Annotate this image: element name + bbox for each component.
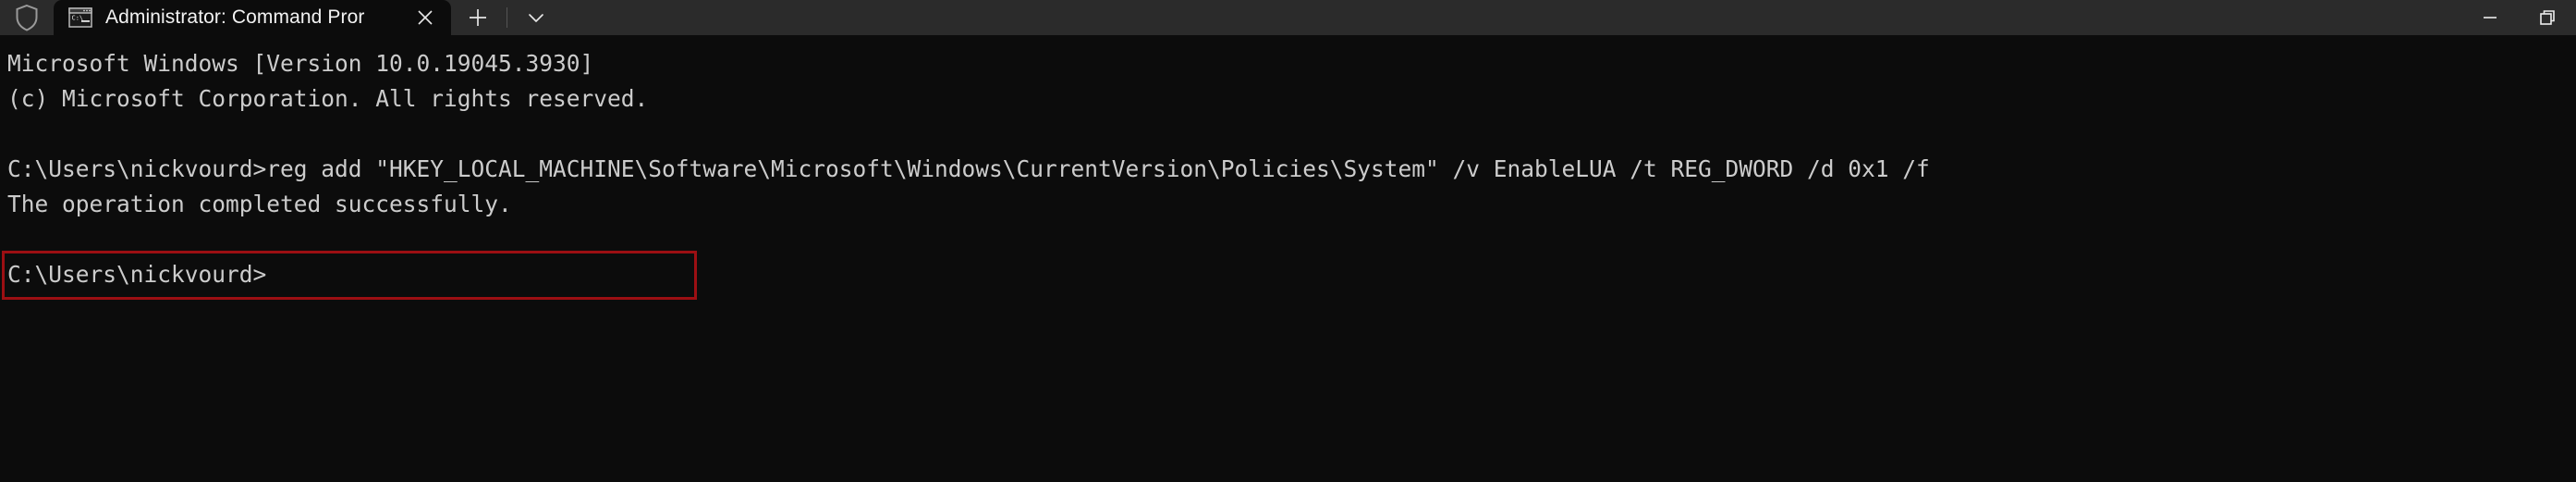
new-tab-button[interactable] [457,2,499,33]
terminal-output-area[interactable]: Microsoft Windows [Version 10.0.19045.39… [0,35,2576,482]
terminal-line: Microsoft Windows [Version 10.0.19045.39… [7,50,594,77]
title-bar: C:\ Administrator: Command Pror [0,0,2576,35]
titlebar-drag-region [557,0,2461,35]
tab-title: Administrator: Command Pror [105,6,365,28]
terminal-prompt-line: C:\Users\nickvourd> [7,261,267,288]
command-prompt-icon: C:\ [68,7,92,28]
terminal-command-line: C:\Users\nickvourd>reg add "HKEY_LOCAL_M… [7,155,1930,182]
terminal-result-line: The operation completed successfully. [7,191,512,217]
maximize-restore-button[interactable] [2519,0,2576,35]
terminal-line: (c) Microsoft Corporation. All rights re… [7,85,649,112]
tab-close-button[interactable] [405,2,446,33]
admin-shield-indicator [0,0,54,35]
tab-command-prompt[interactable]: C:\ Administrator: Command Pror [54,0,451,35]
window-caption-buttons [2461,0,2576,35]
tab-actions [451,0,557,35]
minimize-button[interactable] [2461,0,2519,35]
tab-dropdown-button[interactable] [515,2,557,33]
tab-strip: C:\ Administrator: Command Pror [54,0,451,35]
shield-icon [15,4,39,31]
